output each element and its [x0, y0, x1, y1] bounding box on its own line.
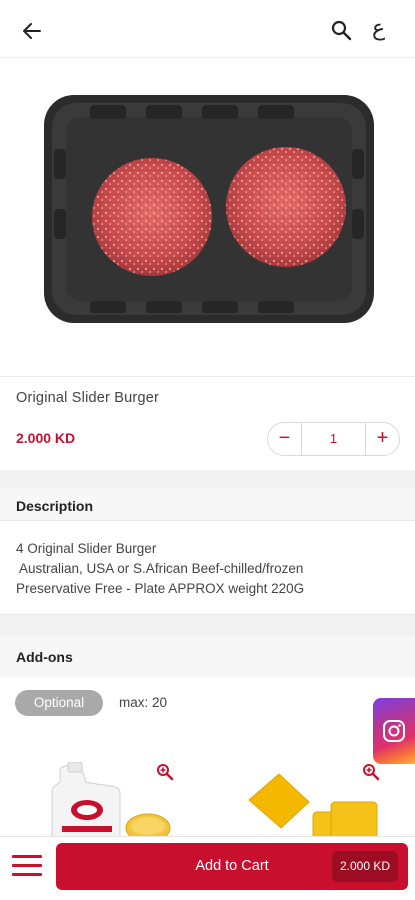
product-name: Original Slider Burger [16, 390, 160, 406]
language-toggle[interactable]: ع [372, 16, 385, 41]
quantity-value[interactable]: 1 [302, 423, 365, 455]
addons-title: Add-ons [16, 649, 73, 665]
addons-max-label: max: 20 [119, 695, 168, 710]
decrease-quantity-button[interactable]: − [268, 423, 302, 455]
product-image [0, 59, 415, 377]
cheese-slices-image[interactable] [245, 772, 385, 838]
hamburger-menu-icon[interactable] [12, 855, 42, 879]
description-body: 4 Original Slider Burger Australian, USA… [0, 520, 415, 615]
add-to-cart-button[interactable]: Add to Cart 2.000 KD [56, 843, 408, 890]
description-title: Description [16, 498, 94, 514]
section-divider [0, 470, 415, 488]
search-icon[interactable] [330, 19, 352, 41]
quantity-stepper: − 1 + [267, 422, 400, 456]
instagram-button[interactable] [373, 698, 415, 764]
product-price: 2.000 KD [16, 430, 76, 446]
zoom-in-icon[interactable] [362, 763, 380, 781]
description-line: Preservative Free - Plate APPROX weight … [16, 581, 305, 596]
cart-total-badge: 2.000 KD [332, 851, 398, 882]
arrow-left-icon[interactable] [20, 19, 44, 43]
top-bar: ع [0, 0, 415, 58]
description-line: 4 Original Slider Burger [16, 541, 157, 556]
optional-badge: Optional [15, 690, 103, 716]
zoom-in-icon[interactable] [156, 763, 174, 781]
increase-quantity-button[interactable]: + [365, 423, 399, 455]
description-line: Australian, USA or S.African Beef-chille… [16, 561, 304, 576]
instagram-icon [383, 720, 405, 742]
section-divider [0, 615, 415, 635]
